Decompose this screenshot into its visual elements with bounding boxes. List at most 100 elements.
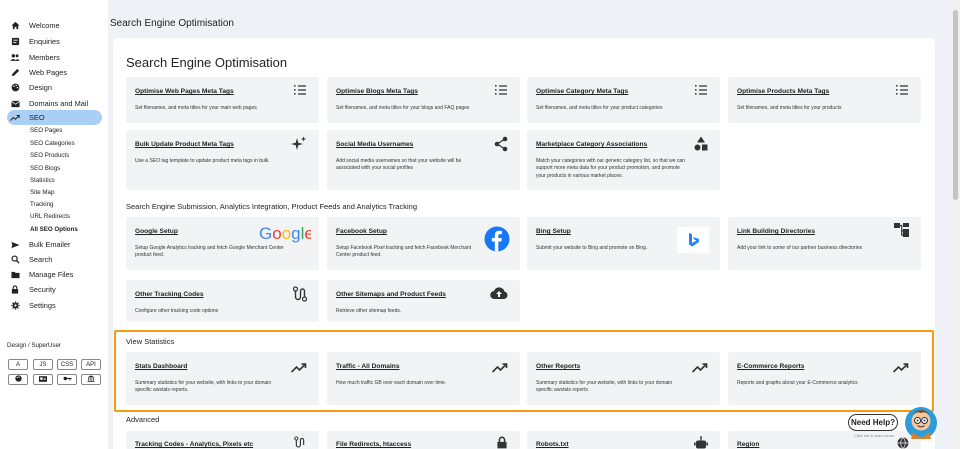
bank-tool-button[interactable] [81,374,101,385]
card-description: Use a SEO tag template to update product… [135,158,270,164]
card-title[interactable]: Other Tracking Codes [135,291,204,298]
card-google-setup[interactable]: Google Setup Setup Google Analytics trac… [126,217,319,270]
sidebar-item-search[interactable]: Search [8,252,52,267]
card-title[interactable]: Stats Dashboard [135,363,187,370]
search-icon [8,255,22,264]
sidebar-item-settings[interactable]: Settings [8,298,56,313]
card-traffic-all-domains[interactable]: Traffic - All Domains How much traffic G… [327,352,520,405]
card-optimise-blogs-meta-tags[interactable]: Optimise Blogs Meta Tags Set filenames, … [327,77,520,123]
card-other-sitemaps-and-product-feeds[interactable]: Other Sitemaps and Product Feeds Retriev… [327,280,520,322]
card-title[interactable]: Link Building Directories [737,228,815,235]
card-title[interactable]: Tracking Codes - Analytics, Pixels etc [135,441,253,448]
sidebar-item-members[interactable]: Members [8,50,60,65]
seo-sub-item[interactable]: Site Map [30,189,54,196]
lock-icon [8,285,22,294]
card-title[interactable]: Optimise Blogs Meta Tags [336,88,418,95]
seo-sub-item[interactable]: SEO Pages [30,127,62,134]
card-title[interactable]: Facebook Setup [336,228,387,235]
card-description: Retrieve other sitemap feeds. [336,308,402,314]
pencil-icon [8,68,22,77]
seo-sub-item[interactable]: URL Redirects [30,213,70,220]
card-tracking-codes-analytics-pixels[interactable]: Tracking Codes - Analytics, Pixels etc [126,431,319,449]
sidebar-item-seo[interactable]: SEO [7,110,102,125]
sidebar-item-design[interactable]: Design [8,80,52,95]
google-logo: Google [259,224,314,249]
card-other-tracking-codes[interactable]: Other Tracking Codes Configure other tra… [126,280,319,322]
sidebar-item-label: Manage Files [29,270,74,279]
design-superuser-label: Design / SuperUser [7,342,61,349]
card-bulk-update-product-meta-tags[interactable]: Bulk Update Product Meta Tags Use a SEO … [126,130,319,190]
sidebar-item-label: Enquiries [29,37,60,46]
card-title[interactable]: Bulk Update Product Meta Tags [135,141,234,148]
card-title[interactable]: Other Sitemaps and Product Feeds [336,291,446,298]
help-avatar-icon[interactable] [900,402,942,447]
sidebar-item-label: Design [29,83,53,92]
card-title[interactable]: E-Commerce Reports [737,363,804,370]
card-title[interactable]: Marketplace Category Associations [536,141,647,148]
card-robots-txt[interactable]: Robots.txt [527,431,720,449]
sidebar-item-label: Members [29,53,60,62]
trend-icon [691,360,708,378]
card-facebook-setup[interactable]: Facebook Setup Setup Facebook Pixel trac… [327,217,520,270]
card-description: Set filenames, and meta titles for your … [135,105,257,111]
sidebar-item-label: Settings [29,301,56,310]
cloud-upload-icon [490,286,508,305]
tool-button-a[interactable]: A [8,359,28,370]
need-help-button[interactable]: Need Help? [848,414,898,431]
card-title[interactable]: Other Reports [536,363,580,370]
route-icon [292,286,308,307]
card-link-building-directories[interactable]: Link Building Directories Add your link … [728,217,921,270]
tool-button-css[interactable]: CSS [57,359,77,370]
sidebar-item-enquiries[interactable]: Enquiries [8,34,60,49]
tool-button-js[interactable]: JS [33,359,53,370]
palette-icon [14,375,22,384]
seo-sub-item[interactable]: Statistics [30,177,55,184]
key-tool-button[interactable] [57,374,77,385]
card-optimise-category-meta-tags[interactable]: Optimise Category Meta Tags Set filename… [527,77,720,123]
card-bing-setup[interactable]: Bing Setup Submit your website to Bing a… [527,217,720,270]
page-title: Search Engine Optimisation [110,18,234,29]
card-title[interactable]: File Redirects, htaccess [336,441,411,448]
scrollbar-thumb[interactable] [953,10,958,200]
card-title[interactable]: Optimise Web Pages Meta Tags [135,88,234,95]
id-card-icon [39,375,47,384]
palette-tool-button[interactable] [8,374,28,385]
seo-sub-item[interactable]: Tracking [30,201,54,208]
card-e-commerce-reports[interactable]: E-Commerce Reports Reports and graphs ab… [728,352,921,405]
seo-sub-item[interactable]: SEO Blogs [30,165,60,172]
card-other-reports[interactable]: Other Reports Summary statistics for you… [527,352,720,405]
card-description: Add your link to some of our partner bus… [737,245,863,251]
seo-sub-item[interactable]: All SEO Options [30,226,78,233]
card-title[interactable]: Traffic - All Domains [336,363,400,370]
card-file-redirects-htaccess[interactable]: File Redirects, htaccess [327,431,520,449]
id-card-tool-button[interactable] [33,374,53,385]
google-logo-letter: g [291,224,300,243]
card-title[interactable]: Optimise Category Meta Tags [536,88,628,95]
sidebar-item-bulk-emailer[interactable]: Bulk Emailer [8,237,70,252]
card-title[interactable]: Robots.txt [536,441,569,448]
card-description: Set filenames, and meta titles for your … [336,105,470,111]
card-description: Setup Facebook Pixel tracking and fetch … [336,245,472,259]
card-title[interactable]: Google Setup [135,228,178,235]
card-title[interactable]: Bing Setup [536,228,571,235]
sidebar-item-domains-and-mail[interactable]: Domains and Mail [8,96,88,111]
card-stats-dashboard[interactable]: Stats Dashboard Summary statistics for y… [126,352,319,405]
card-marketplace-category-associations[interactable]: Marketplace Category Associations Match … [527,130,720,190]
sidebar-item-welcome[interactable]: Welcome [8,18,60,33]
seo-sub-item[interactable]: SEO Products [30,152,69,159]
card-description: Configure other tracking code options [135,308,219,314]
sidebar-item-web-pages[interactable]: Web Pages [8,65,67,80]
card-title[interactable]: Social Media Usernames [336,141,413,148]
sidebar-item-security[interactable]: Security [8,282,56,297]
sidebar-item-label: Security [29,285,56,294]
card-title[interactable]: Region [737,441,759,448]
card-title[interactable]: Optimise Products Meta Tags [737,88,829,95]
panel-title: Search Engine Optimisation [126,55,288,70]
card-optimise-products-meta-tags[interactable]: Optimise Products Meta Tags Set filename… [728,77,921,123]
tool-button-api[interactable]: API [81,359,101,370]
sidebar-item-manage-files[interactable]: Manage Files [8,267,73,282]
seo-sub-item[interactable]: SEO Categories [30,140,75,147]
card-optimise-web-pages-meta-tags[interactable]: Optimise Web Pages Meta Tags Set filenam… [126,77,319,123]
card-social-media-usernames[interactable]: Social Media Usernames Add social media … [327,130,520,190]
sidebar-item-label: Web Pages [29,68,68,77]
